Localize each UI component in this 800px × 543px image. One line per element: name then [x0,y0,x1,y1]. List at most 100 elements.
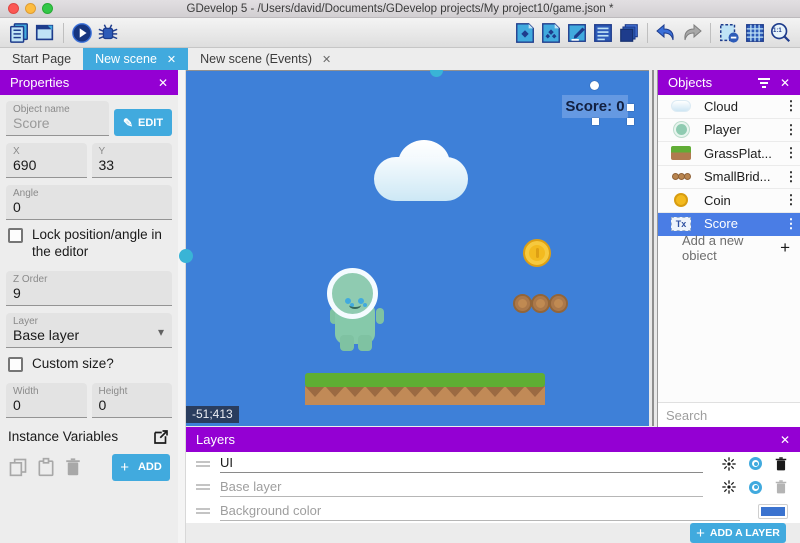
add-variable-button[interactable]: ADD [112,454,170,481]
scene-properties-icon[interactable] [512,20,538,46]
debug-icon[interactable] [95,20,121,46]
minimize-window-button[interactable] [25,3,36,14]
height-input[interactable] [99,397,166,413]
bridge-thumbnail [672,173,690,180]
start-page-icon[interactable] [32,20,58,46]
x-label: X [13,146,80,157]
object-row-smallbridge[interactable]: SmallBrid... [658,166,800,190]
close-icon[interactable] [158,75,168,90]
close-window-button[interactable] [8,3,19,14]
trash-icon[interactable] [64,457,82,477]
score-text-object[interactable]: Score: 0 [562,95,628,118]
edit-scene-icon[interactable] [564,20,590,46]
layer-visibility-icon[interactable] [749,457,762,470]
close-tab-icon[interactable] [167,53,176,66]
object-name: GrassPlat... [704,146,782,161]
grass-thumbnail [671,146,691,160]
close-tab-icon[interactable] [322,53,331,66]
zoom-original-icon[interactable]: 1:1 [768,20,794,46]
coin-sprite[interactable] [523,239,551,267]
plus-icon[interactable] [780,238,790,258]
redo-icon[interactable] [679,20,705,46]
x-input[interactable] [13,157,80,173]
resize-handle[interactable] [592,118,599,125]
canvas-scroll-indicator-left[interactable] [179,249,193,263]
resize-handle[interactable] [627,118,634,125]
layer-visibility-icon[interactable] [749,481,762,494]
drag-handle-icon[interactable] [196,482,210,492]
object-row-coin[interactable]: Coin [658,189,800,213]
properties-panel: Properties Object name EDIT X [0,70,178,543]
resize-handle[interactable] [627,104,634,111]
search-input[interactable] [666,408,800,423]
canvas-vertical-scrollbar[interactable] [649,70,657,426]
width-input[interactable] [13,397,80,413]
x-field[interactable]: X [6,143,87,178]
drag-handle-icon[interactable] [196,506,210,516]
object-menu-icon[interactable] [782,192,800,208]
toggle-mask-icon[interactable] [716,20,742,46]
y-field[interactable]: Y [92,143,173,178]
layer-dropdown[interactable]: Layer [6,313,172,348]
layer-effects-icon[interactable] [721,479,737,495]
delete-layer-icon[interactable] [774,456,788,472]
delete-layer-icon[interactable] [774,479,788,495]
scene-canvas[interactable]: Score: 0 -51;413 [186,70,649,426]
tab-new-scene[interactable]: New scene [83,48,188,70]
angle-input[interactable] [13,199,165,215]
layer-label: Layer [13,316,165,327]
layers-panel-title: Layers [196,432,235,447]
maximize-window-button[interactable] [42,3,53,14]
add-new-object-row[interactable]: Add a new object [658,236,800,260]
paste-icon[interactable] [36,457,56,477]
cloud-thumbnail [671,100,691,112]
z-order-field[interactable]: Z Order [6,271,172,306]
add-layer-button[interactable]: ADD A LAYER [690,523,786,543]
layer-name-input[interactable] [220,454,703,471]
object-row-player[interactable]: Player [658,119,800,143]
close-icon[interactable] [780,432,790,447]
layer-effects-icon[interactable] [721,456,737,472]
object-menu-icon[interactable] [782,145,800,161]
cloud-sprite[interactable] [374,140,468,201]
tab-new-scene-events[interactable]: New scene (Events) [188,48,343,70]
tab-start-page[interactable]: Start Page [0,48,83,70]
y-input[interactable] [99,157,166,173]
grass-platform-sprite[interactable] [305,373,545,410]
edit-object-button[interactable]: EDIT [114,109,172,136]
object-menu-icon[interactable] [782,169,800,185]
play-icon[interactable] [69,20,95,46]
copy-icon[interactable] [8,457,28,477]
object-menu-icon[interactable] [782,216,800,232]
width-field[interactable]: Width [6,383,87,418]
z-order-input[interactable] [13,285,165,301]
lock-position-checkbox[interactable] [8,228,23,243]
layer-name-input[interactable] [220,478,703,495]
rotation-handle[interactable] [590,81,599,90]
z-order-label: Z Order [13,274,165,285]
project-manager-icon[interactable] [6,20,32,46]
custom-size-checkbox[interactable] [8,357,23,372]
filter-icon[interactable] [758,78,770,88]
background-color-swatch[interactable] [758,504,788,519]
object-menu-icon[interactable] [782,98,800,114]
events-sheet-icon[interactable] [590,20,616,46]
panel-splitter[interactable] [178,70,186,543]
instances-list-icon[interactable] [616,20,642,46]
undo-icon[interactable] [653,20,679,46]
height-field[interactable]: Height [92,383,173,418]
toggle-grid-icon[interactable] [742,20,768,46]
object-row-grassplatform[interactable]: GrassPlat... [658,142,800,166]
open-in-new-icon[interactable] [152,428,170,446]
objects-editor-icon[interactable] [538,20,564,46]
object-menu-icon[interactable] [782,122,800,138]
object-name: Cloud [704,99,782,114]
drag-handle-icon[interactable] [196,459,210,469]
object-row-cloud[interactable]: Cloud [658,95,800,119]
close-icon[interactable] [780,75,790,90]
angle-field[interactable]: Angle [6,185,172,220]
small-bridge-sprite[interactable] [513,294,567,313]
layers-panel: Layers [186,427,800,543]
layer-value[interactable] [13,327,165,343]
layer-name-input[interactable] [220,502,740,519]
